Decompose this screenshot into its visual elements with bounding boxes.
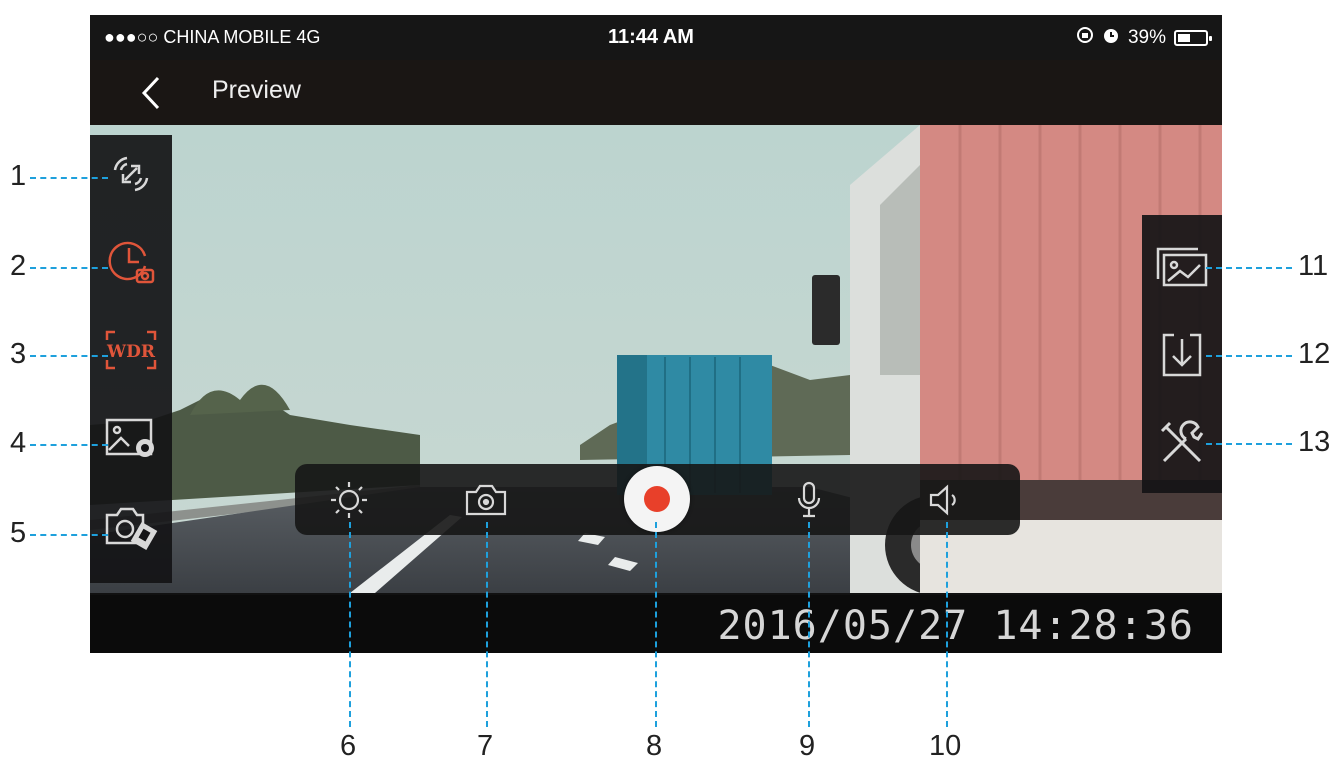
callout-line-11 (1206, 267, 1292, 269)
snapshot-camera-icon (465, 484, 507, 516)
callout-5: 5 (10, 517, 27, 549)
status-right: 39% (1076, 26, 1212, 50)
snapshot-button[interactable] (458, 474, 514, 526)
video-timestamp: 2016/05/27 14:28:36 (717, 603, 1194, 649)
speaker-icon (929, 484, 956, 516)
callout-10: 10 (929, 730, 962, 762)
callout-line-2 (30, 267, 108, 269)
callout-line-7 (486, 522, 488, 727)
callout-line-3 (30, 355, 108, 357)
callout-line-10 (946, 522, 948, 727)
callout-line-1 (30, 177, 108, 179)
right-toolbar (1142, 215, 1222, 493)
wdr-icon: WDR (105, 330, 157, 370)
wdr-label: WDR (106, 342, 156, 362)
callout-line-8 (655, 522, 657, 727)
tools-settings-icon (1160, 420, 1204, 463)
callout-line-13 (1206, 443, 1292, 445)
callout-3: 3 (10, 338, 27, 370)
callout-1: 1 (10, 160, 27, 192)
download-button[interactable] (1150, 323, 1214, 387)
nav-bar: Preview (90, 60, 1222, 125)
clock: 11:44 AM (608, 26, 694, 48)
alarm-icon (1102, 26, 1120, 50)
callout-line-9 (808, 522, 810, 727)
callout-13: 13 (1298, 426, 1331, 458)
wifi-sync-button[interactable] (100, 143, 162, 205)
callout-11: 11 (1298, 250, 1329, 282)
back-button[interactable] (136, 74, 172, 112)
callout-9: 9 (799, 730, 816, 762)
callout-line-4 (30, 444, 108, 446)
callout-6: 6 (340, 730, 357, 762)
timelapse-button[interactable] (100, 231, 162, 293)
gallery-button[interactable] (1150, 235, 1214, 299)
bottom-toolbar (295, 464, 1020, 535)
callout-line-6 (349, 522, 351, 727)
rotation-lock-icon (1076, 26, 1094, 50)
carrier-label: ●●●○○ CHINA MOBILE 4G (104, 27, 321, 47)
image-settings-button[interactable] (100, 407, 162, 469)
page-title: Preview (212, 76, 301, 104)
speaker-button[interactable] (917, 474, 973, 526)
battery-percent: 39% (1127, 27, 1166, 48)
gallery-icon (1156, 247, 1208, 287)
callout-4: 4 (10, 427, 27, 459)
microphone-button[interactable] (781, 474, 837, 526)
download-icon (1162, 333, 1202, 377)
battery-icon (1174, 30, 1212, 46)
callout-12: 12 (1298, 338, 1331, 370)
callout-7: 7 (477, 730, 494, 762)
brightness-button[interactable] (321, 474, 377, 526)
camera-video-mode-icon (105, 507, 158, 551)
wifi-sync-icon (113, 156, 149, 192)
record-icon (644, 486, 670, 512)
image-settings-icon (105, 418, 154, 457)
callout-8: 8 (646, 730, 663, 762)
wdr-button[interactable]: WDR (100, 319, 162, 381)
record-button[interactable] (624, 466, 690, 532)
status-bar: ●●●○○ CHINA MOBILE 4G 11:44 AM 39% (90, 15, 1222, 60)
microphone-icon (797, 481, 821, 518)
brightness-icon (331, 482, 367, 518)
callout-line-5 (30, 534, 108, 536)
callout-line-12 (1206, 355, 1292, 357)
callout-2: 2 (10, 250, 27, 282)
chevron-left-icon (141, 76, 160, 110)
camera-mode-button[interactable] (100, 495, 162, 557)
timelapse-clock-icon (108, 241, 155, 284)
tools-button[interactable] (1150, 411, 1214, 475)
left-toolbar: WDR (90, 135, 172, 583)
